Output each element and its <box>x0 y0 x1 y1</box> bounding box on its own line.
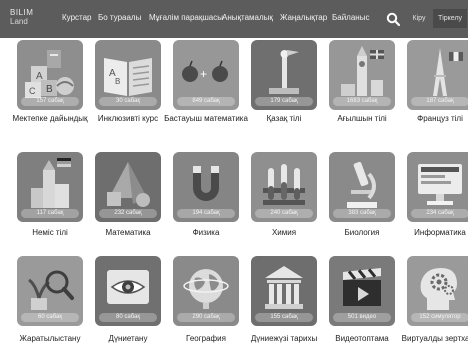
lesson-count: 152 симулятор <box>411 313 468 322</box>
course-label[interactable]: Француз тілі <box>390 114 468 124</box>
logo-line1: BILIM <box>10 8 34 17</box>
lesson-count: 1683 сабақ <box>333 97 391 106</box>
lesson-count: 232 сабақ <box>99 209 157 218</box>
course-tile-chemistry[interactable]: 240 сабақ <box>251 152 317 222</box>
course-tile-english[interactable]: 1683 сабақ <box>329 40 395 110</box>
nav-item-teacher-page[interactable]: Мұғалім парақшасы <box>149 13 223 22</box>
course-tile-french[interactable]: 187 сабақ <box>407 40 468 110</box>
course-tile-kazakh[interactable]: 179 сабақ <box>251 40 317 110</box>
course-tile-preschool[interactable]: A B C 157 сабақ <box>17 40 83 110</box>
course-tile-german[interactable]: 117 сабақ <box>17 152 83 222</box>
lesson-count: 80 сабақ <box>99 313 157 322</box>
course-tile-world-studies[interactable]: 80 сабақ <box>95 256 161 326</box>
lesson-count: 155 сабақ <box>255 313 313 322</box>
register-button[interactable]: Тіркелу <box>433 9 467 28</box>
course-tile-geography[interactable]: 290 сабақ <box>173 256 239 326</box>
lesson-count: 60 сабақ <box>21 313 79 322</box>
course-tile-physics[interactable]: 194 сабақ <box>173 152 239 222</box>
nav-item-contacts[interactable]: Байланыс <box>332 13 369 22</box>
nav-item-reference[interactable]: Анықтамалық <box>222 13 273 22</box>
svg-text:B: B <box>46 84 53 95</box>
search-icon[interactable] <box>385 11 401 27</box>
lesson-count: 117 сабақ <box>21 209 79 218</box>
lesson-count: 179 сабақ <box>255 97 313 106</box>
top-navigation-bar: BILIM Land Курстар Бо тураалы Мұғалім па… <box>0 0 468 38</box>
course-tile-primary-math[interactable]: + 849 сабақ <box>173 40 239 110</box>
course-tile-video-collection[interactable]: 501 видео <box>329 256 395 326</box>
login-button[interactable]: Кіру <box>406 9 432 28</box>
course-tile-biology[interactable]: 383 сабақ <box>329 152 395 222</box>
lesson-count: 234 сабақ <box>411 209 468 218</box>
lesson-count: 30 сабақ <box>99 97 157 106</box>
nav-item-about[interactable]: Бо тураалы <box>98 13 141 22</box>
course-tile-natural-science[interactable]: 60 сабақ <box>17 256 83 326</box>
course-tile-inclusive[interactable]: A B 30 сабақ <box>95 40 161 110</box>
course-label[interactable]: Информатика <box>390 228 468 238</box>
lesson-count: 194 сабақ <box>177 209 235 218</box>
logo-line2: Land <box>10 17 28 26</box>
course-tile-informatics[interactable]: 234 сабақ <box>407 152 468 222</box>
course-tile-math[interactable]: 232 сабақ <box>95 152 161 222</box>
course-tile-world-history[interactable]: 155 сабақ <box>251 256 317 326</box>
svg-text:B: B <box>115 77 120 86</box>
svg-text:C: C <box>29 86 36 96</box>
course-tile-virtual-lab[interactable]: 152 симулятор <box>407 256 468 326</box>
nav-item-courses[interactable]: Курстар <box>62 13 92 22</box>
svg-text:+: + <box>200 67 207 81</box>
lesson-count: 187 сабақ <box>411 97 468 106</box>
nav-item-news[interactable]: Жаңалықтар <box>280 13 327 22</box>
lesson-count: 383 сабақ <box>333 209 391 218</box>
lesson-count: 849 сабақ <box>177 97 235 106</box>
lesson-count: 501 видео <box>333 313 391 322</box>
lesson-count: 157 сабақ <box>21 97 79 106</box>
lesson-count: 240 сабақ <box>255 209 313 218</box>
lesson-count: 290 сабақ <box>177 313 235 322</box>
site-logo[interactable]: BILIM Land <box>10 8 50 32</box>
course-label[interactable]: Виртуалды зертхана <box>390 334 468 344</box>
